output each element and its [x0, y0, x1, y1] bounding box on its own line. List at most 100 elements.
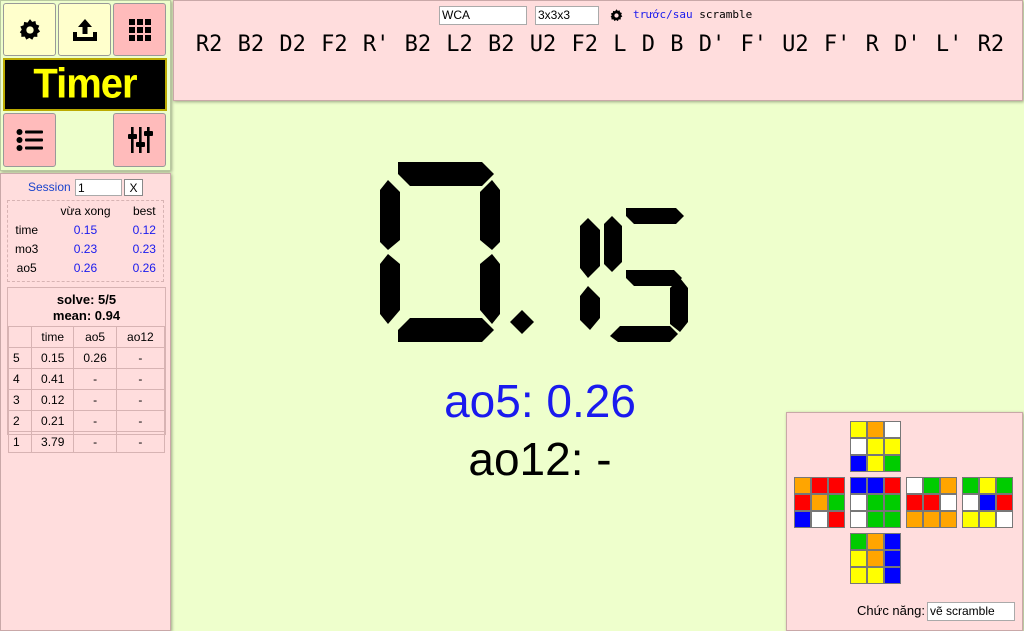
solve-time[interactable]: 3.79: [30, 431, 75, 453]
cube-sticker: [884, 477, 901, 494]
cube-sticker: [884, 533, 901, 550]
scramble-nav: trước/sau scramble: [633, 8, 752, 21]
timer-logo-text: Timer: [33, 60, 137, 108]
stats-header-current: vừa xong: [60, 203, 111, 218]
grid-button[interactable]: [113, 3, 166, 56]
cube-sticker: [850, 533, 867, 550]
stats-best[interactable]: 0.12: [126, 220, 163, 239]
session-input[interactable]: 1: [75, 179, 122, 196]
timer-display[interactable]: [380, 150, 700, 350]
settings-button[interactable]: [3, 3, 56, 56]
table-row[interactable]: 5 0.15 0.26 -: [8, 347, 166, 369]
cube-sticker: [962, 511, 979, 528]
cube-sticker: [794, 511, 811, 528]
stats-current[interactable]: 0.26: [45, 258, 125, 277]
cube-sticker: [906, 511, 923, 528]
timer-digit-one: [580, 218, 600, 330]
ao5-value[interactable]: ao5: 0.26: [380, 374, 700, 428]
cube-face-U: [850, 421, 901, 472]
cube-sticker: [811, 511, 828, 528]
cube-sticker: [940, 477, 957, 494]
prev-next-link[interactable]: trước/sau: [633, 8, 693, 21]
cube-net[interactable]: [787, 413, 1022, 593]
solve-ao12[interactable]: -: [115, 347, 166, 369]
cube-sticker: [850, 455, 867, 472]
ao12-value[interactable]: ao12: -: [380, 432, 700, 486]
cube-face-D: [850, 533, 901, 584]
session-label: Session: [28, 180, 71, 194]
cube-sticker: [884, 438, 901, 455]
table-row[interactable]: 1 3.79 - -: [8, 431, 166, 453]
best-stats-table: vừa xong best time 0.15 0.12 mo3 0.23 0.…: [7, 200, 164, 282]
function-label: Chức năng:: [857, 603, 925, 618]
cube-sticker: [867, 455, 884, 472]
scramble-type-select[interactable]: WCA: [439, 6, 527, 25]
gear-icon[interactable]: [609, 8, 624, 23]
cube-sticker: [979, 511, 996, 528]
cube-sticker: [906, 494, 923, 511]
cube-sticker: [850, 550, 867, 567]
solve-ao5[interactable]: -: [73, 368, 117, 390]
gear-icon: [19, 18, 40, 40]
cube-sticker: [867, 494, 884, 511]
puzzle-select[interactable]: 3x3x3: [535, 6, 599, 25]
cube-sticker: [940, 511, 957, 528]
stats-row[interactable]: mo3 0.23 0.23: [8, 239, 163, 258]
cube-sticker: [850, 477, 867, 494]
solve-ao5[interactable]: 0.26: [73, 347, 117, 369]
solve-ao12[interactable]: -: [115, 410, 166, 432]
stats-current[interactable]: 0.15: [45, 220, 125, 239]
solve-time[interactable]: 0.41: [30, 368, 75, 390]
solve-ao5[interactable]: -: [73, 431, 117, 453]
function-select[interactable]: vẽ scramble: [927, 602, 1015, 621]
solve-index: 3: [8, 389, 32, 411]
cube-sticker: [811, 494, 828, 511]
scramble-options: WCA 3x3x3 trước/sau scramble: [174, 6, 1022, 26]
stats-header-best: best: [132, 203, 156, 218]
solve-count[interactable]: solve: 5/5: [8, 288, 165, 308]
solve-header-time: time: [30, 326, 75, 348]
cube-sticker: [850, 494, 867, 511]
list-button[interactable]: [3, 113, 56, 167]
stats-best[interactable]: 0.23: [126, 239, 163, 258]
sliders-button[interactable]: [113, 113, 166, 167]
solve-header-ao12: ao12: [115, 326, 166, 348]
stats-header-blank: [8, 201, 45, 220]
session-row: Session 1 X: [1, 179, 169, 197]
solve-ao12[interactable]: -: [115, 431, 166, 453]
cube-sticker: [884, 494, 901, 511]
cube-sticker: [996, 477, 1013, 494]
table-row[interactable]: 2 0.21 - -: [8, 410, 166, 432]
stats-current[interactable]: 0.23: [45, 239, 125, 258]
table-row[interactable]: 4 0.41 - -: [8, 368, 166, 390]
stats-label: mo3: [15, 241, 39, 256]
cube-sticker: [794, 494, 811, 511]
solve-time[interactable]: 0.12: [30, 389, 75, 411]
solve-time[interactable]: 0.21: [30, 410, 75, 432]
solve-mean: mean: 0.94: [52, 308, 121, 323]
cube-sticker: [867, 567, 884, 584]
cube-sticker: [906, 477, 923, 494]
stats-panel: Session 1 X vừa xong best time 0.15 0.12…: [0, 173, 171, 631]
cube-sticker: [828, 494, 845, 511]
export-button[interactable]: [58, 3, 111, 56]
solve-ao5[interactable]: -: [73, 389, 117, 411]
solve-ao12[interactable]: -: [115, 389, 166, 411]
cube-sticker: [979, 477, 996, 494]
solve-index: 5: [8, 347, 32, 369]
solve-time[interactable]: 0.15: [30, 347, 75, 369]
solve-ao12[interactable]: -: [115, 368, 166, 390]
stats-best[interactable]: 0.26: [126, 258, 163, 277]
cube-sticker: [867, 550, 884, 567]
stats-row[interactable]: time 0.15 0.12: [8, 220, 163, 239]
cube-sticker: [979, 494, 996, 511]
session-clear-button[interactable]: X: [124, 179, 143, 196]
scramble-image-panel: Chức năng: vẽ scramble: [786, 412, 1023, 631]
cube-sticker: [884, 550, 901, 567]
table-row[interactable]: 3 0.12 - -: [8, 389, 166, 411]
cube-face-F: [850, 477, 901, 528]
stats-row[interactable]: ao5 0.26 0.26: [8, 258, 163, 277]
solve-header-ao5: ao5: [73, 326, 117, 348]
solve-ao5[interactable]: -: [73, 410, 117, 432]
cube-sticker: [867, 533, 884, 550]
